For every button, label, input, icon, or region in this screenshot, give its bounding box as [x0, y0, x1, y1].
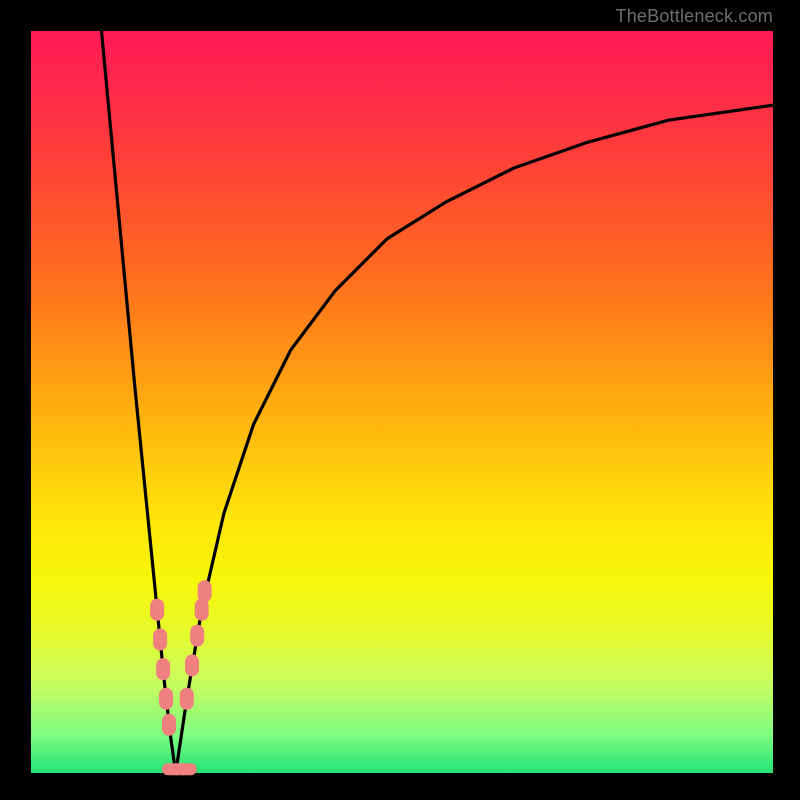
marker-cluster-left-4 [162, 714, 176, 736]
marker-cluster-right-4 [198, 580, 212, 602]
curve-right-branch [176, 105, 773, 773]
marker-cluster-right-0 [180, 688, 194, 710]
chart-svg [0, 0, 800, 800]
marker-cluster-left-1 [153, 628, 167, 650]
marker-cluster-right-3 [195, 599, 209, 621]
marker-cluster-bottom-2 [177, 763, 197, 775]
marker-cluster-left-0 [150, 599, 164, 621]
marker-cluster-left-2 [156, 658, 170, 680]
marker-cluster-right-2 [190, 625, 204, 647]
marker-cluster-right-1 [185, 654, 199, 676]
outer-frame: TheBottleneck.com [0, 0, 800, 800]
marker-cluster-left-3 [159, 688, 173, 710]
